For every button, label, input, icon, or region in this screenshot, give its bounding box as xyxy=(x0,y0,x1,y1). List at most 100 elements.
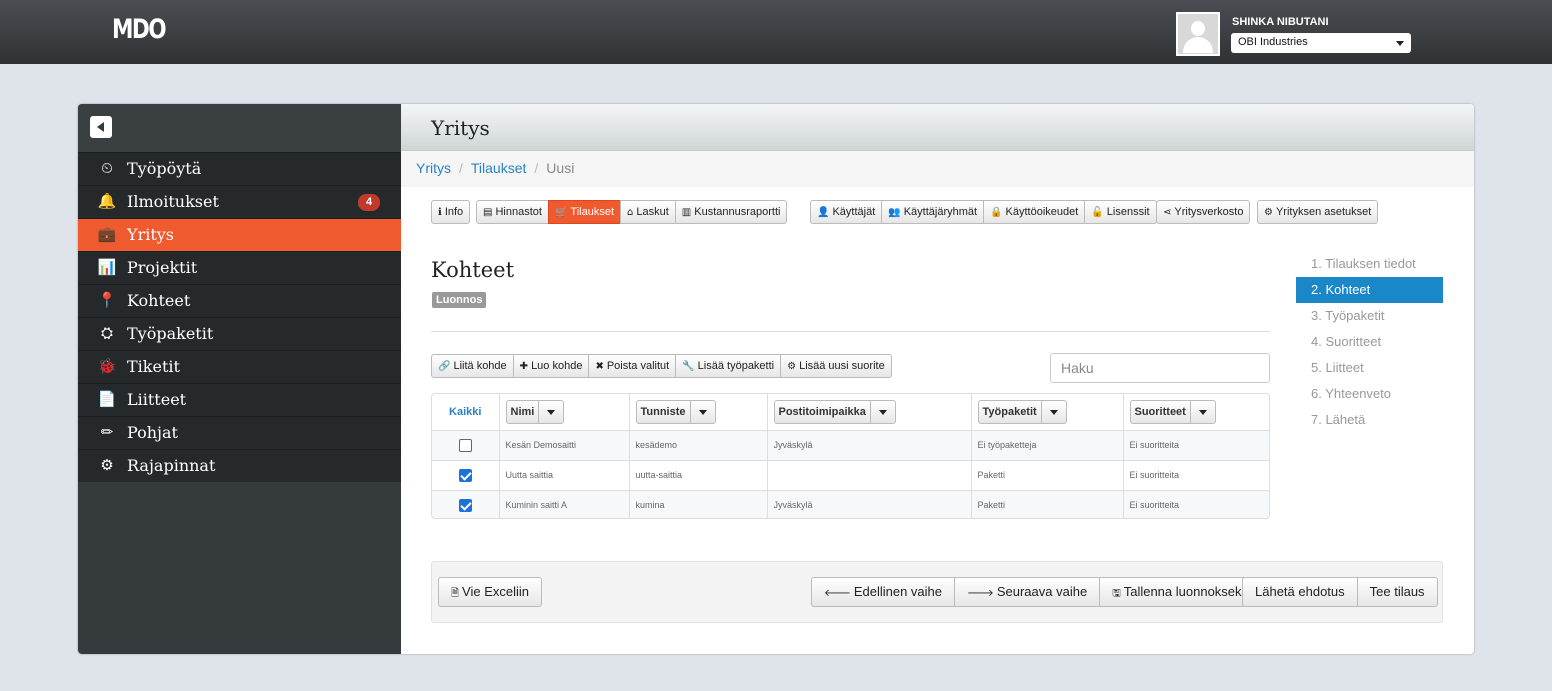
export-excel-button[interactable]: 🗎 Vie Exceliin xyxy=(438,577,543,607)
search-input[interactable]: Haku xyxy=(1050,353,1270,383)
breadcrumb-tilaukset[interactable]: Tilaukset xyxy=(471,160,527,176)
caret-down-icon[interactable] xyxy=(691,401,715,423)
column-label[interactable]: Tunniste xyxy=(637,400,691,423)
bell-icon: 🔔 xyxy=(97,192,117,210)
info-icon: ℹ xyxy=(438,207,442,218)
status-badge: Luonnos xyxy=(432,292,487,308)
column-label[interactable]: Nimi xyxy=(507,400,540,423)
app-logo[interactable]: MDO xyxy=(112,14,167,45)
sidebar-item-ilmoitukset[interactable]: 🔔 Ilmoitukset 4 xyxy=(78,185,401,218)
tab-info[interactable]: ℹ Info xyxy=(431,200,471,224)
row-checkbox[interactable] xyxy=(458,468,472,482)
column-sort-control[interactable]: Suoritteet xyxy=(1129,399,1216,424)
column-sort-control[interactable]: Postitoimipaikka xyxy=(773,399,896,424)
edellinen-vaihe-button[interactable]: 🡐 Edellinen vaihe xyxy=(811,577,955,607)
select-all-link[interactable]: Kaikki xyxy=(432,394,500,430)
column-label[interactable]: Työpaketit xyxy=(979,400,1042,423)
sidebar-item-kohteet[interactable]: 📍 Kohteet xyxy=(78,284,401,317)
caret-down-icon[interactable] xyxy=(1191,401,1215,423)
sidebar-item-tyopoyta[interactable]: ⏲ Työpöytä xyxy=(78,152,401,185)
sidebar-item-rajapinnat[interactable]: ⚙ Rajapinnat xyxy=(78,449,401,482)
caret-down-icon[interactable] xyxy=(1042,401,1066,423)
tab-yrityksen-asetukset[interactable]: ⚙ Yrityksen asetukset xyxy=(1257,200,1379,224)
table-row[interactable]: Kesän Demosaitti kesädemo Jyväskylä Ei työp… xyxy=(432,429,1269,460)
wizard-step-7[interactable]: 7. Lähetä xyxy=(1296,407,1443,433)
tallenna-luonnokseksi-button[interactable]: 🖫 Tallenna luonnokseksi xyxy=(1099,577,1264,607)
edellinen-vaihe-icon: 🡐 xyxy=(824,588,851,599)
column-header-nimi: Nimi xyxy=(499,394,630,430)
laheta-ehdotus-button[interactable]: Lähetä ehdotus xyxy=(1242,577,1357,607)
lisenssit-icon: 🔓 xyxy=(1091,207,1104,218)
tab-hinnastot[interactable]: ▤ Hinnastot xyxy=(476,200,548,224)
sidebar-item-label: Työpaketit xyxy=(127,324,214,343)
tab-kayttajaryhmat[interactable]: 👥 Käyttäjäryhmät xyxy=(881,200,984,224)
yritysverkosto-icon: ⋖ xyxy=(1163,207,1172,218)
table-cell-tyopaketit: Paketti xyxy=(971,459,1124,490)
sidebar-item-yritys[interactable]: 💼 Yritys xyxy=(78,218,401,251)
liita-kohde-button[interactable]: 🔗 Liitä kohde xyxy=(431,354,513,378)
company-select[interactable]: OBI Industries xyxy=(1231,33,1411,53)
sidebar-item-liitteet[interactable]: 📄 Liitteet xyxy=(78,383,401,416)
sidebar-item-projektit[interactable]: 📊 Projektit xyxy=(78,251,401,284)
lisaa-uusi-suorite-button[interactable]: ⚙ Lisää uusi suorite xyxy=(780,354,892,378)
tab-group-network: ⋖ Yritysverkosto xyxy=(1156,200,1251,224)
poista-valitut-icon: ✖ xyxy=(595,361,604,372)
tab-tilaukset[interactable]: 🛒 Tilaukset xyxy=(547,200,620,224)
row-checkbox[interactable] xyxy=(458,498,472,512)
wizard-step-1[interactable]: 1. Tilauksen tiedot xyxy=(1296,251,1443,277)
wizard-step-4[interactable]: 4. Suoritteet xyxy=(1296,329,1443,355)
wizard-step-5[interactable]: 5. Liitteet xyxy=(1296,355,1443,381)
tab-lisenssit[interactable]: 🔓 Lisenssit xyxy=(1084,200,1157,224)
row-select-cell xyxy=(432,459,500,490)
wizard-step-3[interactable]: 3. Työpaketit xyxy=(1296,303,1443,329)
poista-valitut-button[interactable]: ✖ Poista valitut xyxy=(588,354,676,378)
column-sort-control[interactable]: Nimi xyxy=(505,399,565,424)
table-cell-suoritteet: Ei suoritteita xyxy=(1123,489,1269,518)
sidebar-item-tiketit[interactable]: 🐞 Tiketit xyxy=(78,350,401,383)
user-name: SHINKA NIBUTANI xyxy=(1232,16,1329,28)
liita-kohde-icon: 🔗 xyxy=(438,361,451,372)
wizard-step-6[interactable]: 6. Yhteenveto xyxy=(1296,381,1443,407)
tab-laskut[interactable]: ⌂ Laskut xyxy=(620,200,675,224)
tee-tilaus-button[interactable]: Tee tilaus xyxy=(1356,577,1438,607)
column-header-tyopaketit: Työpaketit xyxy=(971,394,1124,430)
tab-yritysverkosto[interactable]: ⋖ Yritysverkosto xyxy=(1156,200,1251,224)
page-header: Yritys xyxy=(401,104,1474,151)
tab-kayttooikeudet[interactable]: 🔒 Käyttöoikeudet xyxy=(983,200,1085,224)
breadcrumb-yritys[interactable]: Yritys xyxy=(416,160,451,176)
tab-label: Tilaukset xyxy=(570,206,614,218)
button-label: Seuraava vaihe xyxy=(996,584,1088,599)
table-cell-tunniste: kumina xyxy=(629,489,768,518)
caret-down-icon[interactable] xyxy=(539,401,563,423)
tab-kayttajat[interactable]: 👤 Käyttäjät xyxy=(810,200,882,224)
table-cell-nimi: Uutta saittia xyxy=(499,459,630,490)
page-title: Yritys xyxy=(431,116,490,140)
avatar[interactable] xyxy=(1176,12,1220,56)
column-sort-control[interactable]: Työpaketit xyxy=(977,399,1067,424)
file-excel-icon: 🗎 xyxy=(451,588,460,599)
wizard-step-2[interactable]: 2. Kohteet xyxy=(1296,277,1443,303)
row-checkbox[interactable] xyxy=(458,438,472,452)
laskut-icon: ⌂ xyxy=(627,207,634,218)
seuraava-vaihe-button[interactable]: 🡒 Seuraava vaihe xyxy=(954,577,1100,607)
sites-table: Kaikki Nimi Tunniste Postitoimipaikka Työpa… xyxy=(431,393,1270,519)
column-sort-control[interactable]: Tunniste xyxy=(635,399,716,424)
dashboard-icon: ⏲ xyxy=(101,159,113,177)
sidebar-item-tyopaketit[interactable]: ⛭ Työpaketit xyxy=(78,317,401,350)
table-row[interactable]: Kuminin saitti Akumina Jyväskylä Paketti Ei… xyxy=(432,489,1269,518)
table-cell-tyopaketit: Ei työpaketteja xyxy=(971,429,1124,460)
table-row[interactable]: Uutta saittia uutta-saittia Paketti Ei suor… xyxy=(432,459,1269,490)
luo-kohde-button[interactable]: ✚ Luo kohde xyxy=(512,354,589,378)
collapse-sidebar-icon[interactable] xyxy=(90,116,112,138)
tab-kustannusraportti[interactable]: ▥ Kustannusraportti xyxy=(674,200,788,224)
cogs-icon: ⚙ xyxy=(100,456,114,474)
yrityksen-asetukset-icon: ⚙ xyxy=(1264,207,1273,218)
lisaa-tyopaketti-button[interactable]: 🔧 Lisää työpaketti xyxy=(675,354,781,378)
sidebar-item-pohjat[interactable]: ✏ Pohjat xyxy=(78,416,401,449)
column-label[interactable]: Suoritteet xyxy=(1131,400,1191,423)
column-label[interactable]: Postitoimipaikka xyxy=(775,400,871,423)
row-select-cell xyxy=(432,429,500,460)
file-icon: 📄 xyxy=(97,390,117,408)
caret-down-icon[interactable] xyxy=(871,401,895,423)
sites-toolbar: 🔗 Liitä kohde ✚ Luo kohde ✖ Poista valitut 🔧 Li… xyxy=(431,354,892,378)
